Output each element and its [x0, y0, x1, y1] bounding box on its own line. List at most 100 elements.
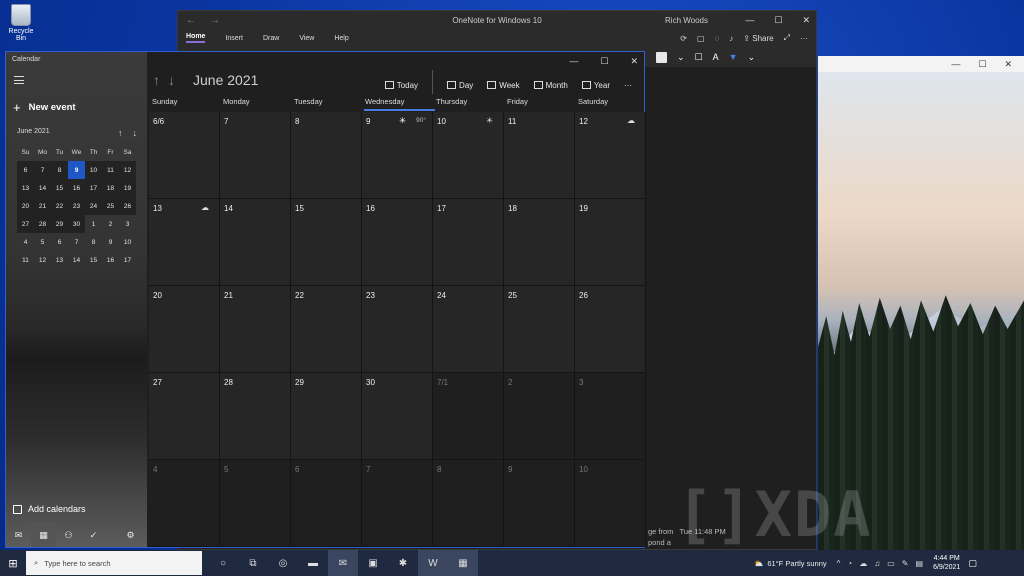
cortana-icon[interactable]: ○ [208, 550, 238, 576]
mini-day-cell[interactable]: 6 [17, 161, 34, 179]
calendar-app-icon[interactable]: ▦ [448, 550, 478, 576]
dropdown-chevron-icon[interactable]: ⌄ [677, 52, 685, 63]
language-icon[interactable]: ▤ [916, 559, 924, 568]
mini-day-cell[interactable]: 16 [68, 179, 85, 197]
new-event-button[interactable]: + New event [13, 100, 76, 115]
mini-day-cell[interactable]: 10 [119, 233, 136, 251]
note-icon[interactable]: ▢ [697, 34, 705, 43]
mini-day-cell[interactable]: 29 [51, 215, 68, 233]
mini-day-cell[interactable]: 17 [85, 179, 102, 197]
day-cell[interactable]: 15 [291, 199, 362, 286]
start-button-windows-icon[interactable]: ⊞ [0, 557, 26, 570]
day-cell[interactable]: 30 [362, 373, 433, 460]
mini-day-cell[interactable]: 15 [85, 251, 102, 269]
more-icon[interactable]: ··· [800, 34, 808, 43]
day-cell[interactable]: 7 [220, 112, 291, 199]
taskbar-search-box[interactable]: ⌕ Type here to search [26, 551, 202, 575]
people-icon[interactable]: ⚇ [56, 523, 81, 547]
file-explorer-icon[interactable]: ▬ [298, 550, 328, 576]
mini-day-cell[interactable]: 14 [34, 179, 51, 197]
mini-day-cell[interactable]: 1 [85, 215, 102, 233]
day-cell[interactable]: 6/6 [149, 112, 220, 199]
day-cell[interactable]: 16 [362, 199, 433, 286]
photos-minimize-button[interactable]: — [951, 59, 960, 69]
day-cell[interactable]: 18 [504, 199, 575, 286]
todo-icon[interactable]: ✓ [81, 523, 106, 547]
mini-day-cell[interactable]: 6 [51, 233, 68, 251]
network-icon[interactable]: ◔ [847, 559, 852, 568]
mini-day-cell[interactable]: 12 [119, 161, 136, 179]
task-view-icon[interactable]: ⧉ [238, 550, 268, 576]
day-cell[interactable]: 21 [220, 286, 291, 373]
day-cell[interactable]: 13 ☁ [149, 199, 220, 286]
store-icon[interactable]: ▣ [358, 550, 388, 576]
day-cell[interactable]: 9 ☀ ☀ 90° [362, 112, 433, 199]
bell-icon[interactable]: ♪ [729, 34, 733, 43]
mini-day-cell[interactable]: 5 [34, 233, 51, 251]
mail-app-icon[interactable]: ✉ [328, 550, 358, 576]
tab-draw[interactable]: Draw [263, 35, 279, 42]
mini-day-cell[interactable]: 19 [119, 179, 136, 197]
current-month-title[interactable]: June 2021 [193, 72, 258, 88]
photos-maximize-button[interactable]: ☐ [978, 59, 986, 70]
find-tags-icon[interactable]: ☐ [695, 52, 703, 63]
onenote-maximize-button[interactable]: ☐ [774, 15, 782, 26]
mini-prev-arrow-icon[interactable]: ↑ [118, 128, 123, 138]
battery-icon[interactable]: ▭ [887, 559, 895, 568]
day-cell[interactable]: 9 [504, 460, 575, 547]
calendar-icon[interactable]: ▦ [31, 523, 56, 547]
spelling-icon[interactable]: A [713, 52, 719, 62]
onenote-close-button[interactable]: ✕ [802, 15, 810, 26]
pen-icon[interactable]: ✎ [902, 559, 909, 568]
tab-help[interactable]: Help [334, 35, 348, 42]
day-cell[interactable]: 20 [149, 286, 220, 373]
mini-day-cell[interactable]: 22 [51, 197, 68, 215]
more-options-icon[interactable]: ··· [624, 81, 632, 90]
edge-icon[interactable]: ◎ [268, 550, 298, 576]
day-cell[interactable]: 17 [433, 199, 504, 286]
day-cell[interactable]: 24 [433, 286, 504, 373]
mini-day-cell[interactable]: 28 [34, 215, 51, 233]
onedrive-cloud-icon[interactable]: ☁ [859, 559, 867, 568]
tab-home[interactable]: Home [186, 33, 206, 43]
calendar-maximize-button[interactable]: ☐ [600, 56, 608, 67]
mini-next-arrow-icon[interactable]: ↓ [133, 128, 138, 138]
day-cell[interactable]: 11 [504, 112, 575, 199]
day-cell[interactable]: 4 [149, 460, 220, 547]
sync-icon[interactable]: ⟳ [680, 34, 687, 43]
mini-day-cell[interactable]: 21 [34, 197, 51, 215]
year-view-button[interactable]: Year [581, 81, 610, 90]
calendar-close-button[interactable]: ✕ [630, 56, 638, 67]
mini-day-cell[interactable]: 10 [85, 161, 102, 179]
forward-arrow-icon[interactable]: → [210, 15, 220, 26]
day-cell[interactable]: 29 [291, 373, 362, 460]
dictate-icon[interactable]: ▼ [729, 52, 738, 62]
month-view-button[interactable]: Month [533, 81, 568, 90]
mini-day-cell[interactable]: 14 [68, 251, 85, 269]
mini-day-cell[interactable]: 26 [119, 197, 136, 215]
tab-insert[interactable]: Insert [225, 35, 243, 42]
day-cell[interactable]: 26 [575, 286, 646, 373]
mini-day-cell[interactable]: 23 [68, 197, 85, 215]
mini-day-cell[interactable]: 16 [102, 251, 119, 269]
day-cell[interactable]: 7/1 [433, 373, 504, 460]
mini-day-cell[interactable]: 7 [68, 233, 85, 251]
mini-day-cell[interactable]: 20 [17, 197, 34, 215]
mini-day-cell[interactable]: 15 [51, 179, 68, 197]
show-hidden-icons-chevron-icon[interactable]: ^ [837, 559, 841, 568]
share-button[interactable]: ⇪ Share [743, 34, 773, 43]
day-cell[interactable]: 27 [149, 373, 220, 460]
day-cell[interactable]: 25 [504, 286, 575, 373]
mini-day-cell[interactable]: 9 [68, 161, 85, 179]
mini-day-cell[interactable]: 30 [68, 215, 85, 233]
day-cell[interactable]: 6 [291, 460, 362, 547]
tab-view[interactable]: View [299, 35, 314, 42]
week-view-button[interactable]: Week [487, 81, 520, 90]
day-cell[interactable]: 8 [433, 460, 504, 547]
fullscreen-icon[interactable]: ⤢ [784, 33, 790, 43]
add-calendars-button[interactable]: Add calendars [13, 504, 86, 514]
day-cell[interactable]: 14 [220, 199, 291, 286]
day-cell[interactable]: 12 ☁ [575, 112, 646, 199]
day-cell[interactable]: 10 ☀ [433, 112, 504, 199]
onenote-user[interactable]: Rich Woods [665, 16, 708, 25]
